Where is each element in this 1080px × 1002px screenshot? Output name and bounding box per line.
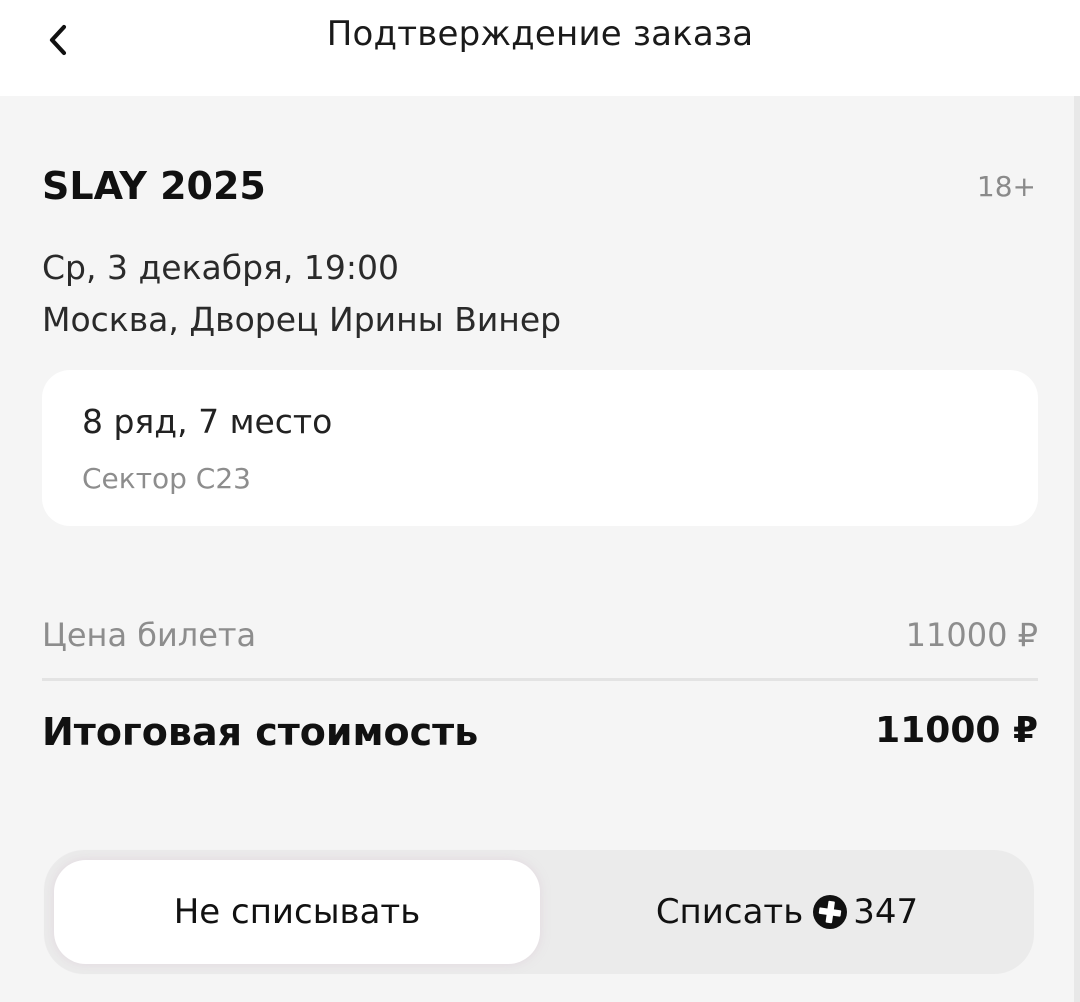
points-toggle: Не списывать Списать 347 (44, 850, 1034, 974)
event-venue: Москва, Дворец Ирины Винер (42, 300, 562, 339)
seat-card: 8 ряд, 7 место Сектор C23 (42, 370, 1038, 526)
points-balance: 347 (853, 892, 919, 932)
top-bar: Подтверждение заказа (0, 0, 1080, 96)
total-value: 11000 ₽ (875, 710, 1038, 751)
ticket-price-label: Цена билета (42, 616, 257, 654)
plus-points-icon (811, 893, 849, 931)
dont-spend-points-option[interactable]: Не списывать (54, 860, 540, 964)
seat-sector: Сектор C23 (82, 462, 251, 495)
seat-row-place: 8 ряд, 7 место (82, 402, 333, 441)
page-title: Подтверждение заказа (326, 14, 754, 54)
dont-spend-points-label: Не списывать (173, 892, 421, 932)
ticket-price-value: 11000 ₽ (905, 616, 1038, 654)
event-title: SLAY 2025 (42, 164, 266, 208)
age-rating-badge: 18+ (976, 170, 1036, 203)
total-label: Итоговая стоимость (42, 710, 479, 754)
scroll-edge (1074, 96, 1080, 1002)
spend-points-option[interactable]: Списать 347 (550, 860, 1024, 964)
divider (42, 678, 1038, 681)
event-date: Ср, 3 декабря, 19:00 (42, 248, 399, 287)
spend-points-label: Списать (655, 892, 804, 932)
